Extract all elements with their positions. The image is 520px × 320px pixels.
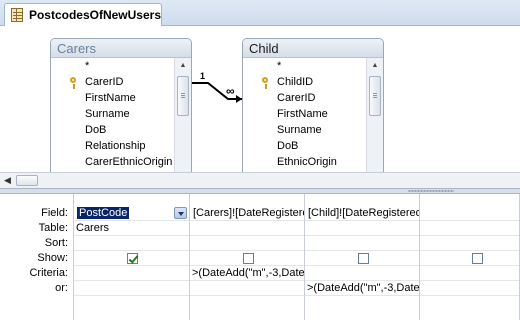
show-cell[interactable] xyxy=(190,251,304,266)
field-cell[interactable]: [Carers]![DateRegisteredIn] xyxy=(190,206,304,221)
show-checkbox[interactable] xyxy=(127,252,138,264)
criteria-cell[interactable]: >(DateAdd("m",-3,Date())) xyxy=(190,266,304,281)
field-cell[interactable]: PostCode xyxy=(74,206,189,221)
criteria-cell[interactable] xyxy=(305,266,419,281)
grid-row-labels: Field: Table: Sort: Show: Criteria: or: xyxy=(0,206,73,296)
relationship-join-line[interactable] xyxy=(0,26,520,172)
table-cell[interactable] xyxy=(190,221,304,236)
or-cell[interactable]: >(DateAdd("m",-3,Date())) xyxy=(305,281,419,296)
grid-column-1[interactable]: PostCode Carers xyxy=(73,194,189,320)
sort-cell[interactable] xyxy=(74,236,189,251)
query-tab-label: PostcodesOfNewUsers xyxy=(28,8,161,22)
table-cell[interactable]: Carers xyxy=(74,221,189,236)
query-design-pane[interactable]: Carers * CarerID FirstName Surname DoB R… xyxy=(0,26,520,176)
row-label-sort: Sort: xyxy=(44,237,68,249)
query-document-tab[interactable]: PostcodesOfNewUsers xyxy=(4,3,162,26)
splitter-grip-icon[interactable] xyxy=(408,190,454,192)
sort-cell[interactable] xyxy=(190,236,304,251)
table-cell[interactable] xyxy=(420,221,519,236)
chevron-down-icon[interactable] xyxy=(174,207,187,219)
table-cell[interactable] xyxy=(305,221,419,236)
many-side-label: ∞ xyxy=(226,84,235,98)
field-value: PostCode xyxy=(77,207,130,219)
criteria-cell[interactable] xyxy=(74,266,189,281)
column-selector[interactable] xyxy=(74,194,189,206)
field-cell[interactable]: [Child]![DateRegisteredIn] xyxy=(305,206,419,221)
column-selector[interactable] xyxy=(420,194,519,206)
row-label-criteria: Criteria: xyxy=(29,267,68,279)
column-selector[interactable] xyxy=(190,194,304,206)
criteria-cell[interactable] xyxy=(420,266,519,281)
one-side-label: 1 xyxy=(200,71,206,81)
show-checkbox[interactable] xyxy=(357,252,369,264)
show-checkbox[interactable] xyxy=(242,252,254,264)
column-selector[interactable] xyxy=(305,194,419,206)
hscroll-thumb[interactable] xyxy=(16,175,38,186)
field-cell[interactable] xyxy=(420,206,519,221)
sort-cell[interactable] xyxy=(420,236,519,251)
show-cell[interactable] xyxy=(305,251,419,266)
row-label-table: Table: xyxy=(38,222,68,234)
design-pane-hscrollbar[interactable]: ◀ xyxy=(0,172,520,188)
query-design-grid[interactable]: Field: Table: Sort: Show: Criteria: or: … xyxy=(0,194,520,320)
row-label-show: Show: xyxy=(37,252,68,264)
row-label-or: or: xyxy=(55,282,68,294)
show-cell[interactable] xyxy=(420,251,519,266)
query-icon xyxy=(11,8,23,22)
or-cell[interactable] xyxy=(190,281,304,296)
show-cell[interactable] xyxy=(74,251,189,266)
show-checkbox[interactable] xyxy=(472,252,483,264)
document-tab-strip: PostcodesOfNewUsers xyxy=(0,0,520,26)
scroll-left-arrow-icon[interactable]: ◀ xyxy=(4,175,11,186)
sort-cell[interactable] xyxy=(305,236,419,251)
row-label-field: Field: xyxy=(41,207,68,219)
grid-column-2[interactable]: [Carers]![DateRegisteredIn] >(DateAdd("m… xyxy=(189,194,304,320)
grid-column-3[interactable]: [Child]![DateRegisteredIn] >(DateAdd("m"… xyxy=(304,194,419,320)
or-cell[interactable] xyxy=(74,281,189,296)
or-cell[interactable] xyxy=(420,281,519,296)
grid-column-4[interactable] xyxy=(419,194,520,320)
